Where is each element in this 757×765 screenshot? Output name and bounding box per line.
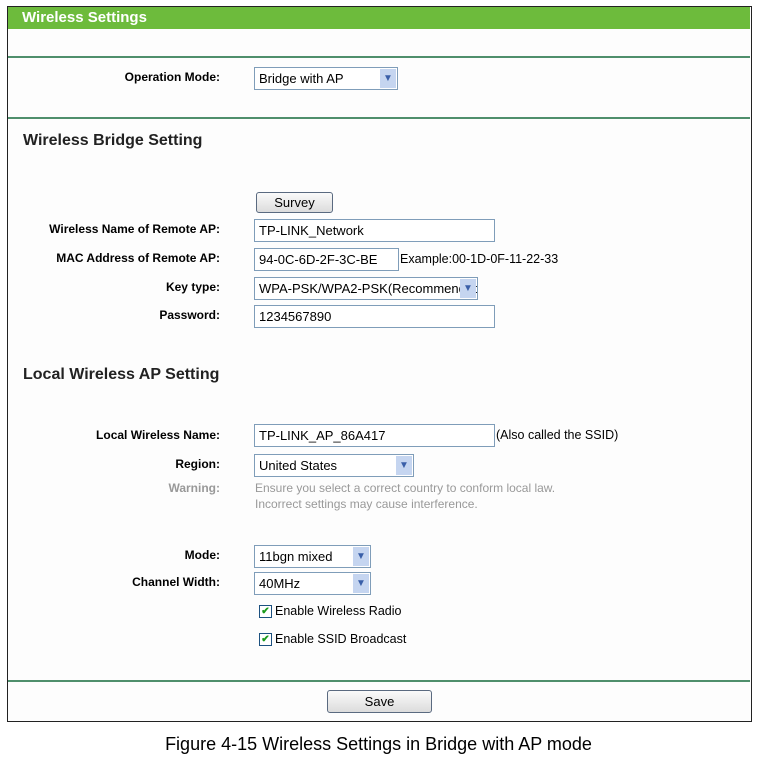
local-name-label: Local Wireless Name:: [96, 428, 220, 442]
chevron-down-icon: ▼: [396, 456, 412, 475]
operation-mode-label: Operation Mode:: [124, 70, 220, 84]
region-label: Region:: [175, 457, 220, 471]
survey-button[interactable]: Survey: [256, 192, 333, 213]
password-input[interactable]: 1234567890: [254, 305, 495, 328]
warning-text-2: Incorrect settings may cause interferenc…: [255, 497, 478, 511]
operation-mode-select[interactable]: Bridge with AP ▼: [254, 67, 398, 90]
mac-input[interactable]: 94-0C-6D-2F-3C-BE: [254, 248, 399, 271]
chevron-down-icon: ▼: [353, 547, 369, 566]
password-label: Password:: [159, 308, 220, 322]
warning-label: Warning:: [168, 481, 220, 495]
region-value: United States: [259, 458, 338, 473]
mode-select[interactable]: 11bgn mixed ▼: [254, 545, 371, 568]
channel-width-select[interactable]: 40MHz ▼: [254, 572, 371, 595]
remote-name-label: Wireless Name of Remote AP:: [49, 222, 220, 236]
local-name-input[interactable]: TP-LINK_AP_86A417: [254, 424, 495, 447]
warning-text-1: Ensure you select a correct country to c…: [255, 481, 556, 495]
divider: [8, 56, 750, 58]
ssid-note: (Also called the SSID): [496, 428, 619, 442]
key-type-select[interactable]: WPA-PSK/WPA2-PSK(Recommended) ▼: [254, 277, 478, 300]
local-section-title: Local Wireless AP Setting: [23, 366, 220, 383]
region-select[interactable]: United States ▼: [254, 454, 414, 477]
check-icon: ✔: [261, 634, 270, 645]
remote-name-input[interactable]: TP-LINK_Network: [254, 219, 495, 242]
chevron-down-icon: ▼: [380, 69, 396, 88]
enable-radio-label: Enable Wireless Radio: [275, 604, 402, 618]
divider: [8, 680, 750, 682]
key-type-value: WPA-PSK/WPA2-PSK(Recommended): [259, 281, 478, 296]
enable-radio-checkbox[interactable]: ✔: [259, 605, 272, 618]
chevron-down-icon: ▼: [353, 574, 369, 593]
figure-caption: Figure 4-15 Wireless Settings in Bridge …: [165, 734, 592, 754]
enable-ssid-label: Enable SSID Broadcast: [275, 632, 407, 646]
enable-ssid-checkbox[interactable]: ✔: [259, 633, 272, 646]
check-icon: ✔: [261, 606, 270, 617]
mac-example: Example:00-1D-0F-11-22-33: [400, 252, 559, 266]
mode-label: Mode:: [184, 548, 220, 562]
panel-title: Wireless Settings: [8, 7, 750, 29]
chevron-down-icon: ▼: [460, 279, 476, 298]
mode-value: 11bgn mixed: [259, 549, 333, 564]
channel-width-label: Channel Width:: [132, 575, 220, 589]
divider: [8, 117, 750, 119]
key-type-label: Key type:: [165, 280, 220, 294]
mac-label: MAC Address of Remote AP:: [56, 251, 220, 265]
save-button[interactable]: Save: [327, 690, 432, 713]
channel-width-value: 40MHz: [259, 576, 301, 591]
bridge-section-title: Wireless Bridge Setting: [23, 132, 203, 149]
operation-mode-value: Bridge with AP: [259, 71, 344, 86]
